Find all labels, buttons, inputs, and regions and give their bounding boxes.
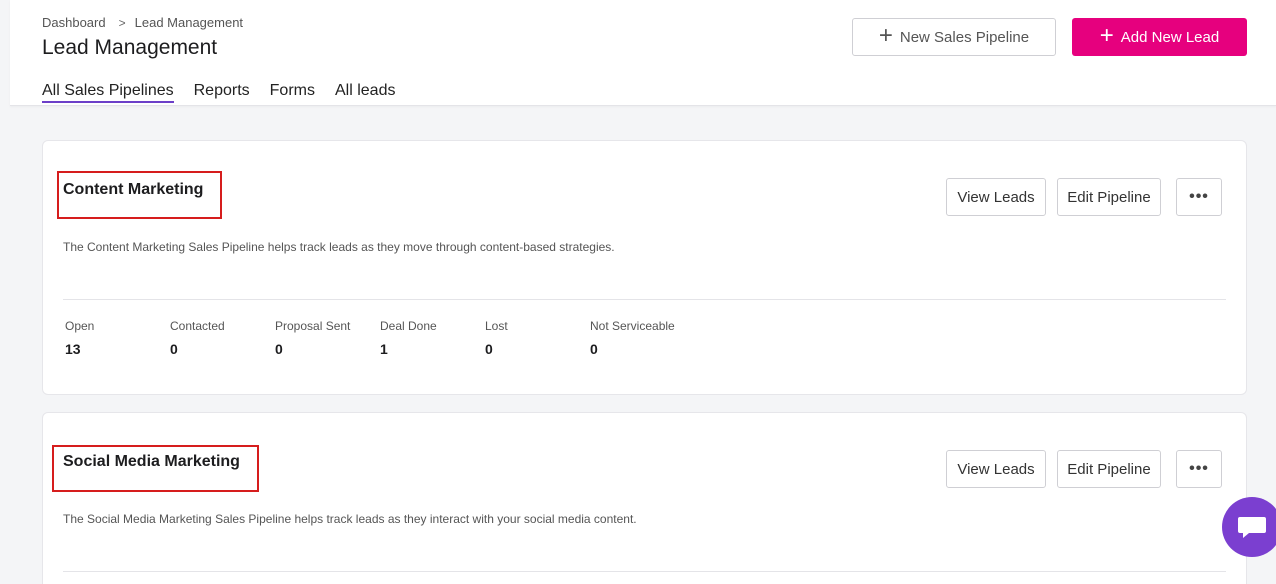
add-new-lead-button[interactable]: + Add New Lead bbox=[1072, 18, 1247, 56]
tab-reports[interactable]: Reports bbox=[194, 82, 250, 103]
chevron-right-icon: > bbox=[118, 15, 126, 30]
page-title: Lead Management bbox=[42, 36, 218, 59]
more-options-icon[interactable]: ••• bbox=[1176, 450, 1222, 488]
new-sales-pipeline-button[interactable]: + New Sales Pipeline bbox=[852, 18, 1056, 56]
stat-label: Contacted bbox=[170, 319, 225, 333]
chat-launcher-button[interactable] bbox=[1222, 497, 1276, 557]
tab-all-leads[interactable]: All leads bbox=[335, 82, 395, 103]
tab-forms[interactable]: Forms bbox=[270, 82, 315, 103]
stat-value: 0 bbox=[170, 341, 178, 357]
view-leads-button[interactable]: View Leads bbox=[946, 450, 1046, 488]
card-divider bbox=[63, 299, 1226, 300]
stat-value: 0 bbox=[485, 341, 493, 357]
stat-contacted: Contacted 0 bbox=[170, 319, 275, 357]
stat-open: Open 13 bbox=[65, 319, 170, 357]
breadcrumb-current: Lead Management bbox=[134, 15, 244, 30]
more-options-icon[interactable]: ••• bbox=[1176, 178, 1222, 216]
card-divider bbox=[63, 571, 1226, 572]
breadcrumb: Dashboard > Lead Management bbox=[42, 15, 243, 30]
stat-lost: Lost 0 bbox=[485, 319, 590, 357]
edit-pipeline-button[interactable]: Edit Pipeline bbox=[1057, 450, 1161, 488]
pipeline-description: The Content Marketing Sales Pipeline hel… bbox=[63, 240, 615, 254]
pipeline-title: Content Marketing bbox=[63, 181, 204, 198]
new-sales-pipeline-label: New Sales Pipeline bbox=[899, 28, 1030, 46]
stat-label: Open bbox=[65, 319, 95, 333]
plus-icon: + bbox=[878, 22, 893, 49]
pipeline-description: The Social Media Marketing Sales Pipelin… bbox=[63, 512, 637, 526]
stat-label: Not Serviceable bbox=[590, 319, 675, 333]
stat-value: 1 bbox=[380, 341, 388, 357]
pipeline-card: Social Media Marketing View Leads Edit P… bbox=[42, 412, 1247, 584]
stat-value: 0 bbox=[590, 341, 598, 357]
stat-deal-done: Deal Done 1 bbox=[380, 319, 485, 357]
pipeline-title: Social Media Marketing bbox=[63, 453, 240, 470]
tab-bar: All Sales Pipelines Reports Forms All le… bbox=[42, 82, 415, 103]
breadcrumb-dashboard[interactable]: Dashboard bbox=[42, 15, 106, 30]
stat-label: Proposal Sent bbox=[275, 319, 351, 333]
stat-label: Deal Done bbox=[380, 319, 437, 333]
top-bar: Dashboard > Lead Management Lead Managem… bbox=[10, 0, 1276, 106]
tab-all-sales-pipelines[interactable]: All Sales Pipelines bbox=[42, 82, 174, 103]
plus-icon: + bbox=[1099, 22, 1114, 49]
stat-not-serviceable: Not Serviceable 0 bbox=[590, 319, 710, 357]
pipeline-stats: Open 13 Contacted 0 Proposal Sent 0 Deal… bbox=[65, 319, 710, 357]
add-new-lead-label: Add New Lead bbox=[1120, 28, 1220, 46]
stat-proposal-sent: Proposal Sent 0 bbox=[275, 319, 380, 357]
pipeline-card: Content Marketing View Leads Edit Pipeli… bbox=[42, 140, 1247, 395]
edit-pipeline-button[interactable]: Edit Pipeline bbox=[1057, 178, 1161, 216]
stat-value: 0 bbox=[275, 341, 283, 357]
chat-icon bbox=[1238, 517, 1266, 538]
stat-value: 13 bbox=[65, 341, 81, 357]
stat-label: Lost bbox=[485, 319, 508, 333]
view-leads-button[interactable]: View Leads bbox=[946, 178, 1046, 216]
